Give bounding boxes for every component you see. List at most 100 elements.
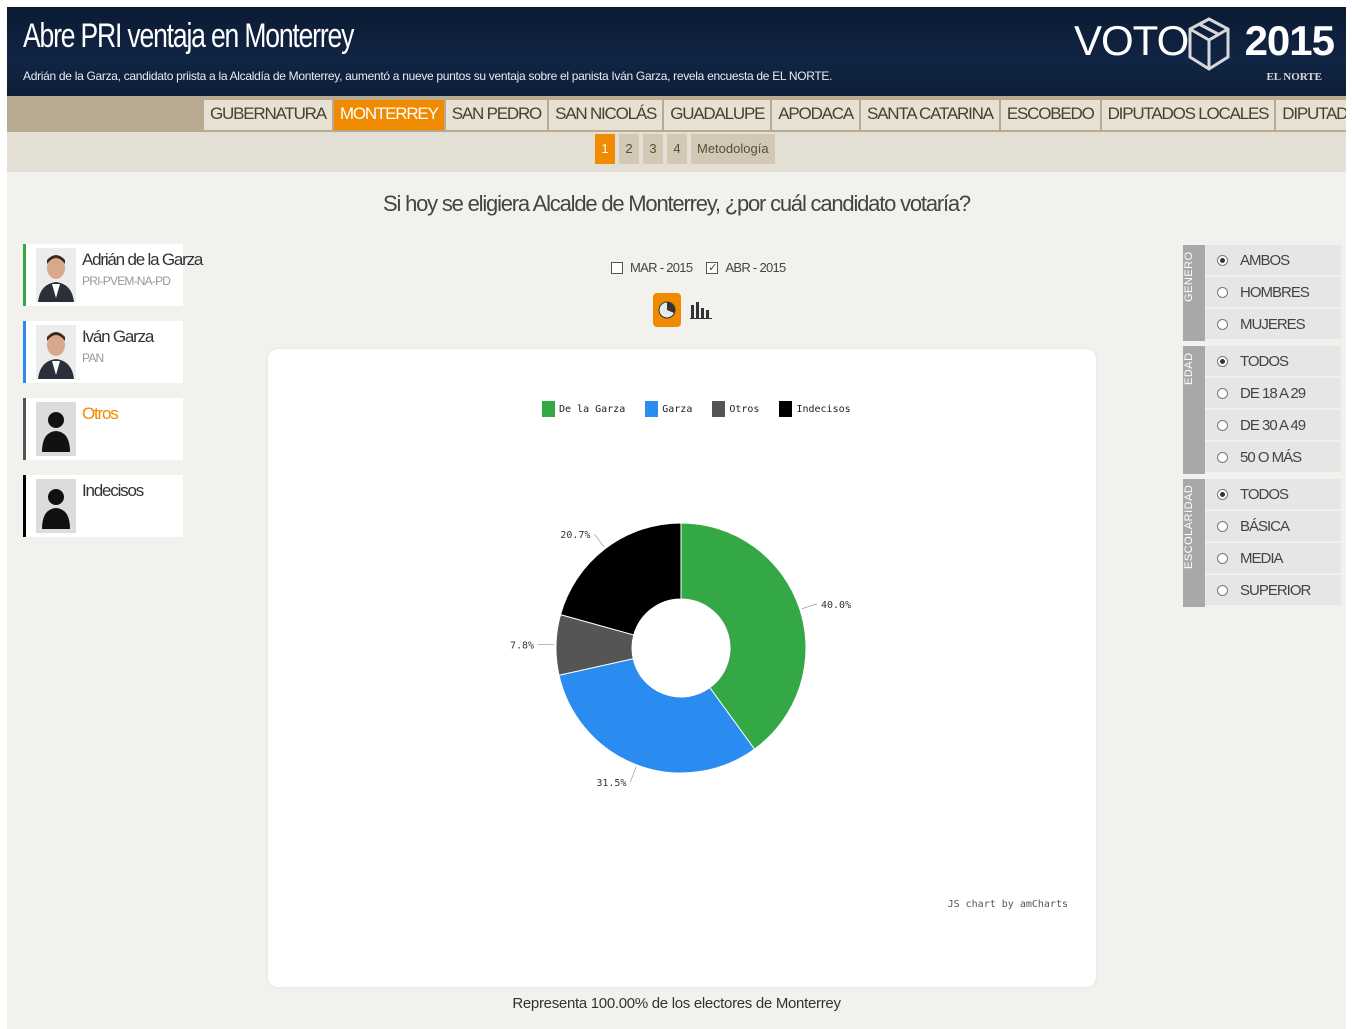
- filter-option[interactable]: DE 30 A 49: [1205, 410, 1341, 440]
- nav-tabs: GUBERNATURA MONTERREY SAN PEDRO SAN NICOLÁS…: [204, 100, 1346, 130]
- filter-group-label: EDAD: [1183, 346, 1205, 474]
- period-label: MAR - 2015: [630, 260, 693, 275]
- filter-option[interactable]: MEDIA: [1205, 543, 1341, 573]
- filter-group-edad: EDAD TODOS DE 18 A 29 DE 30 A 49 50 O MÁS: [1183, 346, 1341, 474]
- candidate-name: Iván Garza: [82, 327, 154, 346]
- radio-button[interactable]: [1217, 552, 1228, 564]
- tab-gubernatura[interactable]: GUBERNATURA: [204, 100, 332, 130]
- checkbox-abr-2015[interactable]: ✓: [706, 261, 719, 274]
- filter-option-label: AMBOS: [1240, 251, 1290, 269]
- avatar: [36, 325, 76, 379]
- tab-diputados-locales[interactable]: DIPUTADOS LOCALES: [1101, 100, 1275, 130]
- donut-chart: 40.0% 31.5% 7.8% 20.7%: [510, 522, 851, 789]
- candidate-party: PAN: [82, 351, 104, 365]
- filter-option[interactable]: AMBOS: [1205, 245, 1341, 275]
- page-tab-3[interactable]: 3: [643, 134, 663, 164]
- filter-option-label: MEDIA: [1240, 549, 1284, 567]
- filter-option[interactable]: MUJERES: [1205, 309, 1341, 339]
- period-label: ABR - 2015: [725, 260, 786, 275]
- filter-option[interactable]: TODOS: [1205, 346, 1341, 376]
- brand-voto: VOTO: [1074, 17, 1189, 64]
- filter-option-label: DE 18 A 29: [1240, 384, 1306, 402]
- candidate-card[interactable]: Otros: [23, 398, 183, 460]
- filter-group-genero: GENERO AMBOS HOMBRES MUJERES: [1183, 245, 1341, 341]
- tab-guadalupe[interactable]: GUADALUPE: [664, 100, 771, 130]
- tab-san-nicolás[interactable]: SAN NICOLÁS: [549, 100, 663, 130]
- candidate-name: Adrián de la Garza: [82, 250, 203, 269]
- radio-button[interactable]: [1217, 387, 1228, 399]
- brand-year: 2015: [1244, 17, 1335, 64]
- filter-option[interactable]: TODOS: [1205, 479, 1341, 509]
- chart-view-toggle: [653, 293, 715, 327]
- slice-value-label: 31.5%: [596, 778, 626, 789]
- ballot-box-icon: [1188, 17, 1230, 71]
- tab-monterrey[interactable]: MONTERREY: [333, 100, 444, 130]
- main-nav: GUBERNATURA MONTERREY SAN PEDRO SAN NICOLÁS…: [7, 96, 1346, 132]
- filter-option-label: TODOS: [1240, 485, 1289, 503]
- radio-button[interactable]: [1217, 488, 1228, 500]
- page-frame: Abre PRI ventaja en Monterrey Adrián de …: [7, 7, 1346, 1029]
- page-subtitle: Adrián de la Garza, candidato priista a …: [23, 69, 833, 83]
- filter-option-label: MUJERES: [1240, 315, 1306, 333]
- pie-chart-button[interactable]: [653, 293, 681, 327]
- filter-option-label: HOMBRES: [1240, 283, 1310, 301]
- page-tab-4[interactable]: 4: [667, 134, 687, 164]
- sub-nav: 1 2 3 4 Metodología: [7, 132, 1346, 172]
- page-tab-1[interactable]: 1: [595, 134, 615, 164]
- filter-group-label: GENERO: [1183, 245, 1205, 341]
- radio-button[interactable]: [1217, 520, 1228, 532]
- page-tab-5[interactable]: Metodología: [691, 134, 775, 164]
- radio-button[interactable]: [1217, 318, 1228, 330]
- radio-button[interactable]: [1217, 419, 1228, 431]
- filter-option[interactable]: DE 18 A 29: [1205, 378, 1341, 408]
- filter-option-label: TODOS: [1240, 352, 1289, 370]
- page-tab-2[interactable]: 2: [619, 134, 639, 164]
- slice-value-label: 7.8%: [510, 640, 534, 651]
- filter-group-label: ESCOLARIDAD: [1183, 479, 1205, 607]
- avatar: [36, 402, 76, 456]
- filter-option[interactable]: 50 O MÁS: [1205, 442, 1341, 472]
- tab-escobedo[interactable]: ESCOBEDO: [1000, 100, 1100, 130]
- period-abr-2015[interactable]: ✓ ABR - 2015: [706, 260, 786, 275]
- filter-group-escolaridad: ESCOLARIDAD TODOS BÁSICA MEDIA SUPERIOR: [1183, 479, 1341, 607]
- bar-chart-button[interactable]: [687, 293, 715, 327]
- footer-note: Representa 100.00% de los electores de M…: [512, 995, 841, 1012]
- filter-option-label: 50 O MÁS: [1240, 448, 1302, 466]
- slice-value-label: 20.7%: [560, 530, 590, 541]
- label-leader-line: [594, 533, 605, 548]
- filter-option[interactable]: HOMBRES: [1205, 277, 1341, 307]
- candidate-name: Otros: [82, 404, 119, 423]
- tab-apodaca[interactable]: APODACA: [772, 100, 859, 130]
- filter-option[interactable]: SUPERIOR: [1205, 575, 1341, 605]
- page-tabs: 1 2 3 4 Metodología: [595, 134, 775, 164]
- candidate-name: Indecisos: [82, 481, 144, 500]
- radio-button[interactable]: [1217, 254, 1228, 266]
- filter-option-label: SUPERIOR: [1240, 581, 1311, 599]
- survey-question: Si hoy se eligiera Alcalde de Monterrey,…: [383, 191, 971, 216]
- radio-button[interactable]: [1217, 286, 1228, 298]
- radio-button[interactable]: [1217, 355, 1228, 367]
- chart-credit[interactable]: JS chart by amCharts: [948, 899, 1068, 910]
- radio-button[interactable]: [1217, 584, 1228, 596]
- period-mar-2015[interactable]: MAR - 2015: [611, 260, 693, 275]
- filter-option[interactable]: BÁSICA: [1205, 511, 1341, 541]
- slice-value-label: 40.0%: [821, 600, 851, 611]
- candidate-card[interactable]: Iván Garza PAN: [23, 321, 183, 383]
- chart-card: De la Garza Garza Otros Indecisos 40.0% 31.5…: [268, 349, 1096, 987]
- brand-paper: EL NORTE: [1266, 71, 1322, 83]
- tab-diputados-federales[interactable]: DIPUTADOS FEDERALES: [1276, 100, 1346, 130]
- label-leader-line: [801, 603, 818, 610]
- candidate-party: PRI-PVEM-NA-PD: [82, 274, 171, 288]
- filter-option-label: BÁSICA: [1240, 517, 1290, 535]
- candidate-card[interactable]: Adrián de la Garza PRI-PVEM-NA-PD: [23, 244, 203, 306]
- pie-chart-icon: [658, 301, 676, 319]
- bar-chart-icon: [690, 302, 712, 319]
- candidate-list: Adrián de la Garza PRI-PVEM-NA-PD Iván Gar…: [23, 244, 203, 552]
- header: Abre PRI ventaja en Monterrey Adrián de …: [7, 7, 1346, 96]
- radio-button[interactable]: [1217, 451, 1228, 463]
- tab-santa-catarina[interactable]: SANTA CATARINA: [861, 100, 999, 130]
- candidate-card[interactable]: Indecisos: [23, 475, 183, 537]
- checkbox-mar-2015[interactable]: [611, 261, 623, 274]
- page-title: Abre PRI ventaja en Monterrey: [23, 17, 354, 55]
- tab-san-pedro[interactable]: SAN PEDRO: [445, 100, 548, 130]
